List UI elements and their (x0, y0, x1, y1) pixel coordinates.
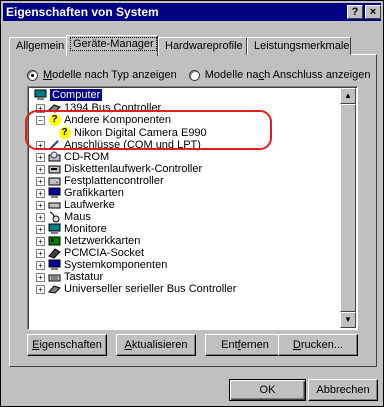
window-title: Eigenschaften von System (6, 5, 159, 19)
monitor-icon (48, 223, 61, 235)
tree-item[interactable]: + Festplattencontroller (36, 175, 164, 187)
floppy-controller-icon (48, 163, 61, 175)
close-button[interactable]: × (365, 5, 381, 19)
tab-general[interactable]: Allgemein (9, 37, 67, 55)
remove-button[interactable]: Entfernen (205, 334, 285, 356)
system-properties-dialog: Eigenschaften von System ? × Allgemein G… (0, 0, 384, 407)
tree-item[interactable]: + Grafikkarten (36, 187, 124, 199)
expand-icon[interactable]: + (36, 260, 45, 270)
expand-icon[interactable]: + (36, 284, 45, 294)
cdrom-icon (48, 151, 61, 163)
tree-item[interactable]: + PCMCIA-Socket (36, 247, 144, 259)
view-by-type-label[interactable]: Modelle nach Typ anzeigen (43, 69, 177, 81)
tree-item[interactable]: + Systemkomponenten (36, 259, 167, 271)
expand-icon[interactable]: + (36, 152, 45, 162)
computer-icon (34, 89, 47, 101)
tree-item[interactable]: + Maus (36, 211, 91, 223)
expand-icon[interactable]: + (36, 248, 45, 258)
expand-icon[interactable]: + (36, 272, 45, 282)
usb-controller-icon (48, 283, 61, 295)
tree-item[interactable]: + Laufwerke (36, 199, 115, 211)
tree-item[interactable]: + CD-ROM (36, 151, 109, 163)
expand-icon[interactable]: + (36, 164, 45, 174)
expand-icon[interactable]: + (36, 212, 45, 222)
expand-icon[interactable]: + (36, 200, 45, 210)
ok-button[interactable]: OK (229, 379, 306, 401)
expand-icon[interactable]: + (36, 176, 45, 186)
expand-icon[interactable]: + (36, 236, 45, 246)
scroll-thumb[interactable] (340, 104, 356, 312)
tab-hardware-profiles[interactable]: Hardwareprofile (158, 37, 247, 55)
view-by-connection-radio[interactable] (188, 69, 200, 81)
harddisk-controller-icon (48, 175, 61, 187)
view-by-type-radio[interactable] (27, 69, 38, 81)
expand-icon[interactable]: + (36, 188, 45, 198)
red-highlight-callout (25, 110, 272, 150)
tab-device-manager[interactable]: Geräte-Manager (66, 35, 158, 56)
help-button[interactable]: ? (347, 5, 363, 19)
system-device-icon (48, 259, 61, 271)
cancel-button[interactable]: Abbrechen (308, 379, 378, 401)
tree-item[interactable]: + Monitore (36, 223, 107, 235)
tree-root-computer[interactable]: Computer (34, 89, 103, 101)
tab-performance[interactable]: Leistungsmerkmale (247, 37, 351, 55)
expand-icon[interactable]: + (36, 224, 45, 234)
tree-scrollbar[interactable]: ▲ ▼ (340, 88, 356, 328)
view-by-connection-label[interactable]: Modelle nach Anschluss anzeigen (205, 69, 371, 81)
drive-icon (48, 199, 61, 211)
print-button[interactable]: Drucken... (278, 334, 358, 356)
refresh-button[interactable]: Aktualisieren (116, 334, 196, 356)
scroll-down-icon[interactable]: ▼ (340, 312, 356, 328)
tree-item[interactable]: + Diskettenlaufwerk-Controller (36, 163, 202, 175)
scroll-up-icon[interactable]: ▲ (340, 88, 356, 104)
tree-item[interactable]: + Netzwerkkarten (36, 235, 140, 247)
network-adapter-icon (48, 235, 61, 247)
tree-item[interactable]: + Tastatur (36, 271, 103, 283)
mouse-icon (48, 211, 61, 223)
properties-button[interactable]: Eigenschaften (27, 334, 107, 356)
pcmcia-icon (48, 247, 61, 259)
display-adapter-icon (48, 187, 61, 199)
view-options: Modelle nach Typ anzeigen Modelle nach A… (27, 69, 382, 81)
keyboard-icon (48, 271, 61, 283)
title-bar[interactable]: Eigenschaften von System ? × (3, 3, 381, 21)
tree-item[interactable]: + Universeller serieller Bus Controller (36, 283, 236, 295)
